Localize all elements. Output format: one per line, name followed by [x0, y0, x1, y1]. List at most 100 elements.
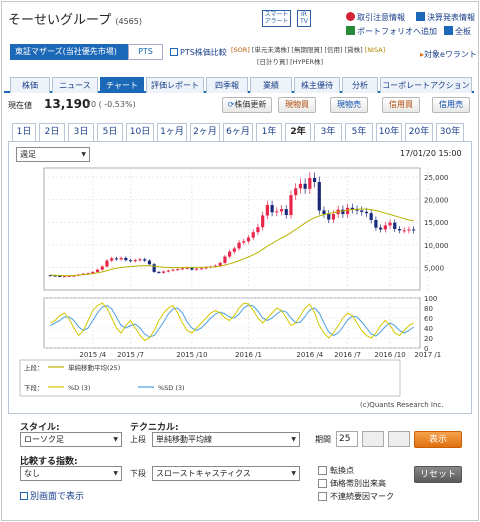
candle-body — [327, 214, 331, 220]
tab-analysis[interactable]: 分析 — [342, 77, 378, 93]
period-button-3[interactable]: 5日 — [97, 123, 123, 142]
upper-label: 上段 — [130, 435, 146, 444]
tab-price[interactable]: 株価 — [10, 77, 50, 93]
candle-body — [180, 268, 185, 270]
period-button-13[interactable]: 20年 — [405, 123, 433, 142]
earnings-link[interactable]: 決算発表情報 — [416, 12, 475, 23]
tab-rating-report[interactable]: 評価レポート — [146, 77, 204, 93]
smart-alert-button[interactable]: スマート アラート — [262, 10, 291, 27]
full-board-link[interactable]: 全板 — [444, 26, 471, 37]
candle-body — [312, 177, 317, 183]
trading-caution-link[interactable]: 取引注意情報 — [346, 12, 405, 23]
exchange-tab[interactable]: 東証マザーズ(当社優先市場) — [10, 44, 128, 60]
candle-body — [275, 211, 279, 213]
period-button-5[interactable]: 1ヶ月 — [157, 123, 187, 142]
discontinuity-checkbox[interactable] — [318, 492, 327, 501]
candle-body — [218, 262, 222, 266]
feature-tags: [SOR] [単元未満株] [無期限買] [信用] [貸株] [NISA] — [231, 44, 421, 55]
style-select[interactable]: ローソク足 — [20, 432, 122, 447]
lower-technical-select[interactable]: スローストキャスティクス — [152, 466, 300, 481]
period-button-12[interactable]: 10年 — [376, 123, 402, 142]
tab-chart[interactable]: チャート — [100, 77, 144, 93]
x-axis-label: 2015 /10 — [176, 351, 207, 359]
tag-sor: [SOR] — [231, 46, 250, 54]
upper-technical-select[interactable]: 単純移動平均線 — [152, 432, 300, 447]
volume-by-price-checkbox[interactable] — [318, 479, 327, 488]
candle-body — [171, 269, 175, 271]
legend-pctsd-name: %SD (3) — [158, 384, 185, 392]
cash-sell-button[interactable]: 現物売 — [330, 97, 368, 113]
turning-point-checkbox[interactable] — [318, 466, 327, 475]
sub-tick-label: 100 — [424, 295, 437, 303]
candle-body — [95, 269, 100, 272]
tab-earnings[interactable]: 業績 — [250, 77, 292, 93]
tab-news[interactable]: ニュース — [52, 77, 98, 93]
period-button-10[interactable]: 3年 — [314, 123, 342, 142]
period-input[interactable]: 25 — [336, 431, 358, 447]
tag-odd-lot: [単元未満株] — [251, 46, 290, 54]
period-button-6[interactable]: 2ヶ月 — [190, 123, 220, 142]
period-button-9[interactable]: 2年 — [285, 123, 311, 142]
pts-compare-link[interactable]: PTS株価比較 — [170, 47, 227, 58]
period-button-8[interactable]: 1年 — [256, 123, 282, 142]
pts-compare-label: PTS株価比較 — [180, 48, 227, 57]
tab-shareholder-benefit[interactable]: 株主優待 — [294, 77, 340, 93]
period-button-4[interactable]: 10日 — [126, 123, 154, 142]
candle-body — [128, 260, 133, 262]
trading-caution-label: 取引注意情報 — [357, 13, 405, 22]
candle-body — [147, 260, 152, 265]
candle-body — [374, 219, 378, 228]
period-button-0[interactable]: 1日 — [12, 123, 36, 142]
period-button-14[interactable]: 30年 — [436, 123, 464, 142]
refresh-label: 株価更新 — [234, 100, 267, 109]
refresh-price-button[interactable]: ⟳株価更新 — [222, 97, 272, 113]
portfolio-icon — [346, 26, 355, 35]
e-warrant-link[interactable]: ▸対象eワラント — [420, 49, 477, 60]
candle-body — [185, 267, 189, 269]
candle-body — [237, 242, 241, 249]
reset-button[interactable]: リセット — [414, 466, 462, 483]
ir-tv-button[interactable]: IR TV — [297, 10, 311, 27]
separate-window-link[interactable]: 別画面で表示 — [20, 489, 84, 502]
period-input-3[interactable] — [388, 431, 410, 447]
tab-corporate-action[interactable]: コーポレートアクション — [380, 77, 472, 93]
sub-tick-label: 60 — [424, 315, 433, 323]
full-board-label: 全板 — [455, 27, 471, 36]
candle-body — [232, 248, 236, 252]
tag-hyper: [HYPER株] — [290, 58, 324, 66]
tag-lending: [貸株] — [344, 46, 363, 54]
candle-body — [331, 214, 336, 220]
period-input-2[interactable] — [362, 431, 384, 447]
candle-body — [355, 209, 359, 211]
candle-body — [345, 207, 350, 215]
period-button-7[interactable]: 6ヶ月 — [223, 123, 253, 142]
chart-timestamp: 17/01/20 15:00 — [400, 149, 462, 158]
new-window-icon — [20, 492, 28, 500]
candle-body — [152, 264, 156, 272]
chart-copyright: (c)Quants Research Inc. — [360, 401, 444, 409]
compare-select[interactable]: なし — [20, 466, 122, 481]
candle-body — [412, 229, 416, 231]
add-portfolio-link[interactable]: ポートフォリオへ追加 — [346, 26, 437, 37]
cash-buy-button[interactable]: 現物買 — [278, 97, 316, 113]
sub-tick-label: 80 — [424, 305, 433, 313]
margin-sell-button[interactable]: 信用売 — [432, 97, 470, 113]
candle-body — [294, 188, 298, 196]
price-chart: 25,00020,00015,00010,0005,00010080604020… — [19, 167, 449, 397]
candle-body — [303, 183, 307, 189]
candle-body — [270, 205, 274, 213]
show-button[interactable]: 表示 — [414, 431, 462, 448]
period-button-2[interactable]: 3日 — [68, 123, 94, 142]
candle-body — [360, 210, 364, 212]
candle-body — [58, 275, 62, 277]
tab-shikiho[interactable]: 四季報 — [206, 77, 248, 93]
candle-body — [242, 241, 246, 243]
main-tabbar: 株価 ニュース チャート 評価レポート 四季報 業績 株主優待 分析 コーポレー… — [4, 77, 474, 93]
candle-body — [289, 195, 293, 215]
volume-by-price-label: 価格帯別出来高 — [330, 479, 386, 488]
price-tick-label: 5,000 — [424, 264, 444, 272]
pts-tab[interactable]: PTS — [128, 44, 163, 60]
period-button-11[interactable]: 5年 — [345, 123, 373, 142]
margin-buy-button[interactable]: 信用買 — [382, 97, 420, 113]
period-button-1[interactable]: 2日 — [39, 123, 65, 142]
